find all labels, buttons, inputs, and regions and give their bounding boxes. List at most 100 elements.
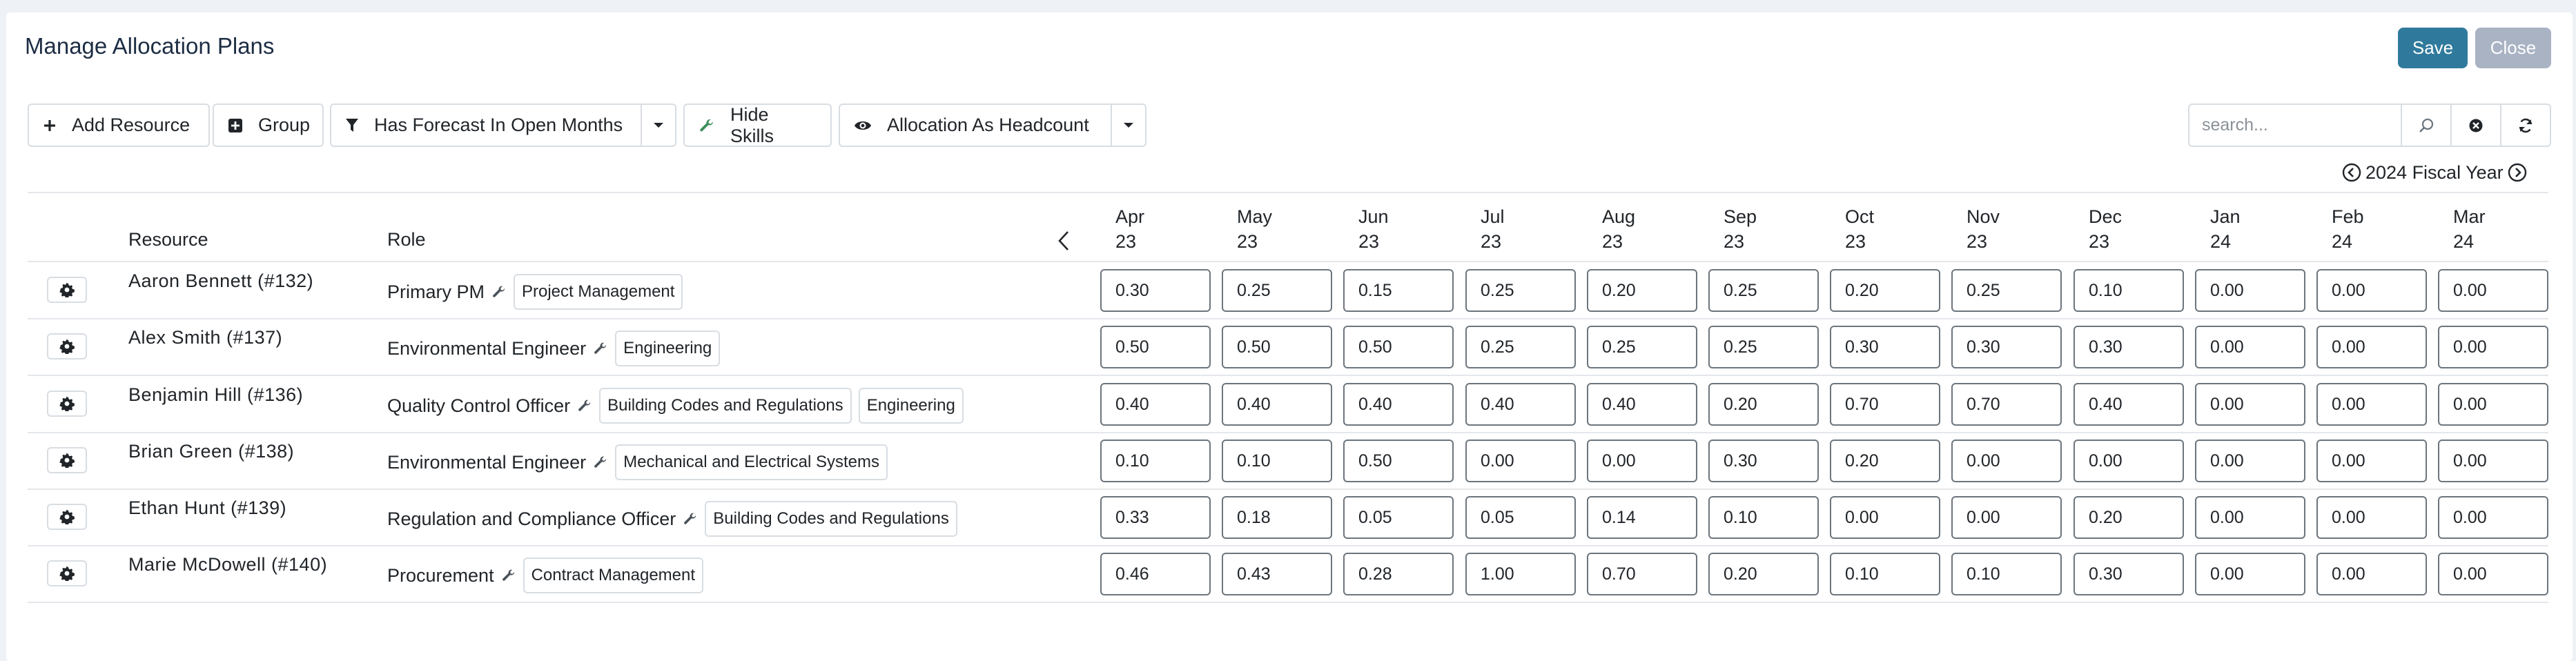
close-button[interactable]: Close: [2475, 28, 2551, 68]
allocation-input-apr[interactable]: [1100, 440, 1211, 482]
allocation-input-jul[interactable]: [1465, 440, 1576, 482]
allocation-input-aug[interactable]: [1587, 553, 1697, 595]
add-resource-button[interactable]: Add Resource: [28, 103, 210, 147]
group-button[interactable]: Group: [213, 103, 324, 147]
allocation-input-jul[interactable]: [1465, 496, 1576, 539]
row-settings-button[interactable]: [47, 333, 87, 359]
allocation-input-oct[interactable]: [1830, 553, 1940, 595]
search-icon: [2419, 118, 2434, 132]
allocation-input-mar[interactable]: [2438, 269, 2548, 312]
allocation-input-oct[interactable]: [1830, 326, 1940, 368]
allocation-input-nov[interactable]: [1951, 383, 2062, 426]
allocation-input-sep[interactable]: [1708, 269, 1819, 312]
gear-icon: [59, 339, 75, 354]
allocation-input-jan[interactable]: [2195, 496, 2305, 539]
allocation-input-may[interactable]: [1222, 440, 1332, 482]
collapse-columns-icon[interactable]: [1056, 230, 1071, 255]
allocation-input-jan[interactable]: [2195, 440, 2305, 482]
allocation-input-feb[interactable]: [2316, 496, 2427, 539]
allocation-input-may[interactable]: [1222, 383, 1332, 426]
allocation-input-dec[interactable]: [2074, 269, 2184, 312]
allocation-input-oct[interactable]: [1830, 269, 1940, 312]
allocation-input-mar[interactable]: [2438, 326, 2548, 368]
allocation-input-oct[interactable]: [1830, 440, 1940, 482]
allocation-input-jan[interactable]: [2195, 553, 2305, 595]
search-button[interactable]: [2402, 103, 2452, 147]
row-settings-button[interactable]: [47, 277, 87, 303]
allocation-input-jun[interactable]: [1343, 383, 1454, 426]
allocation-input-mar[interactable]: [2438, 383, 2548, 426]
allocation-input-jun[interactable]: [1343, 553, 1454, 595]
allocation-input-jun[interactable]: [1343, 269, 1454, 312]
forecast-filter-button[interactable]: Has Forecast In Open Months: [330, 103, 642, 147]
row-settings-button[interactable]: [47, 504, 87, 530]
allocation-input-oct[interactable]: [1830, 496, 1940, 539]
allocation-input-mar[interactable]: [2438, 440, 2548, 482]
allocation-input-aug[interactable]: [1587, 496, 1697, 539]
allocation-input-nov[interactable]: [1951, 440, 2062, 482]
allocation-input-apr[interactable]: [1100, 269, 1211, 312]
allocation-input-jan[interactable]: [2195, 269, 2305, 312]
allocation-input-may[interactable]: [1222, 553, 1332, 595]
allocation-input-feb[interactable]: [2316, 326, 2427, 368]
allocation-input-apr[interactable]: [1100, 496, 1211, 539]
allocation-input-jun[interactable]: [1343, 440, 1454, 482]
allocation-input-jul[interactable]: [1465, 383, 1576, 426]
allocation-input-sep[interactable]: [1708, 383, 1819, 426]
allocation-input-dec[interactable]: [2074, 440, 2184, 482]
allocation-input-jul[interactable]: [1465, 269, 1576, 312]
allocation-input-aug[interactable]: [1587, 383, 1697, 426]
filter-dropdown-toggle[interactable]: [641, 103, 676, 147]
allocation-input-feb[interactable]: [2316, 553, 2427, 595]
allocation-input-nov[interactable]: [1951, 496, 2062, 539]
allocation-input-feb[interactable]: [2316, 269, 2427, 312]
clear-search-button[interactable]: [2452, 103, 2501, 147]
grid-top-border: [28, 192, 2548, 193]
allocation-input-apr[interactable]: [1100, 553, 1211, 595]
allocation-input-sep[interactable]: [1708, 326, 1819, 368]
allocation-input-may[interactable]: [1222, 496, 1332, 539]
allocation-input-jul[interactable]: [1465, 553, 1576, 595]
allocation-input-jan[interactable]: [2195, 383, 2305, 426]
allocation-input-jun[interactable]: [1343, 326, 1454, 368]
allocation-input-nov[interactable]: [1951, 553, 2062, 595]
resource-name: Benjamin Hill (#136): [128, 384, 304, 405]
allocation-input-mar[interactable]: [2438, 553, 2548, 595]
allocation-input-jul[interactable]: [1465, 326, 1576, 368]
allocation-input-apr[interactable]: [1100, 383, 1211, 426]
allocation-input-apr[interactable]: [1100, 326, 1211, 368]
allocation-input-aug[interactable]: [1587, 440, 1697, 482]
hide-skills-button[interactable]: Hide Skills: [683, 103, 832, 147]
allocation-input-oct[interactable]: [1830, 383, 1940, 426]
role-cell: Quality Control Officer Building Codes an…: [387, 388, 964, 424]
allocation-input-dec[interactable]: [2074, 553, 2184, 595]
allocation-input-may[interactable]: [1222, 326, 1332, 368]
allocation-input-dec[interactable]: [2074, 496, 2184, 539]
allocation-input-sep[interactable]: [1708, 496, 1819, 539]
previous-year-icon[interactable]: [2342, 163, 2361, 182]
view-dropdown-toggle[interactable]: [1111, 103, 1146, 147]
allocation-input-dec[interactable]: [2074, 383, 2184, 426]
search-input[interactable]: [2188, 103, 2402, 147]
allocation-input-feb[interactable]: [2316, 440, 2427, 482]
allocation-input-aug[interactable]: [1587, 269, 1697, 312]
allocation-input-jun[interactable]: [1343, 496, 1454, 539]
allocation-input-nov[interactable]: [1951, 269, 2062, 312]
allocation-input-mar[interactable]: [2438, 496, 2548, 539]
row-settings-button[interactable]: [47, 391, 87, 417]
allocation-input-sep[interactable]: [1708, 440, 1819, 482]
allocation-input-feb[interactable]: [2316, 383, 2427, 426]
allocation-input-sep[interactable]: [1708, 553, 1819, 595]
save-button[interactable]: Save: [2398, 28, 2468, 68]
clear-circle-icon: [2469, 119, 2483, 132]
row-settings-button[interactable]: [47, 560, 87, 586]
row-settings-button[interactable]: [47, 447, 87, 473]
next-year-icon[interactable]: [2508, 163, 2527, 182]
allocation-view-button[interactable]: Allocation As Headcount: [839, 103, 1112, 147]
allocation-input-dec[interactable]: [2074, 326, 2184, 368]
refresh-button[interactable]: [2501, 103, 2551, 147]
allocation-input-jan[interactable]: [2195, 326, 2305, 368]
allocation-input-nov[interactable]: [1951, 326, 2062, 368]
allocation-input-aug[interactable]: [1587, 326, 1697, 368]
allocation-input-may[interactable]: [1222, 269, 1332, 312]
